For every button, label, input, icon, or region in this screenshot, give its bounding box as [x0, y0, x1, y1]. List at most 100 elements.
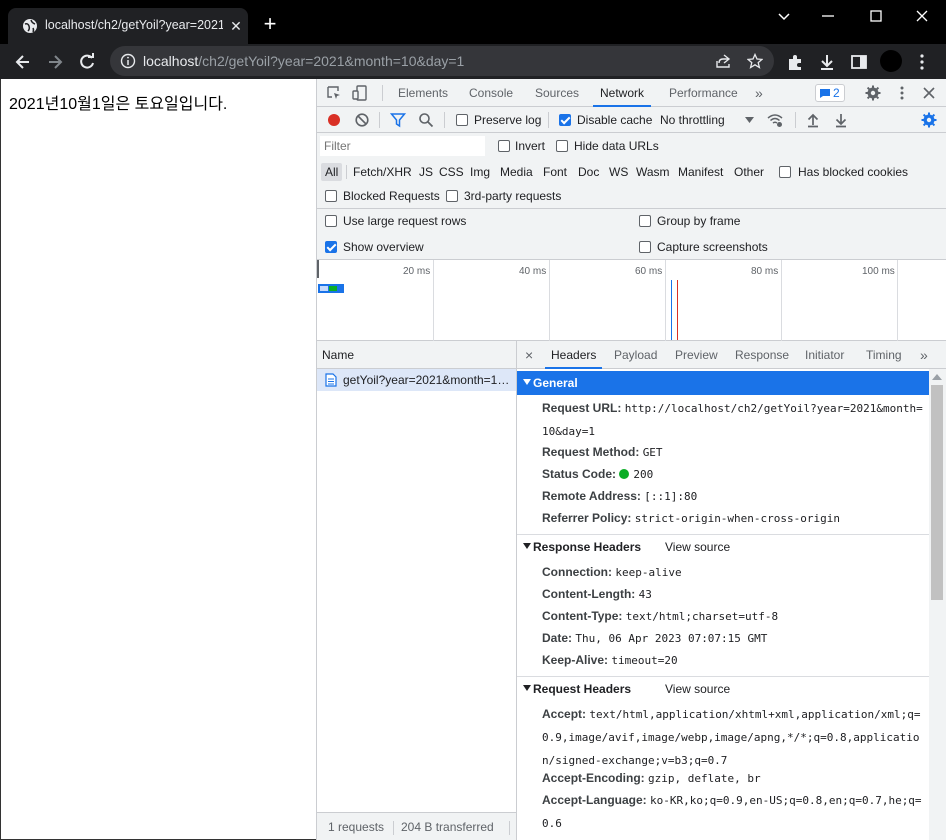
tab-elements[interactable]: Elements: [398, 79, 448, 107]
network-settings-gear-icon[interactable]: [921, 112, 937, 128]
filter-type-all[interactable]: All: [321, 163, 343, 181]
filter-type-manifest[interactable]: Manifest: [678, 163, 723, 181]
filter-input[interactable]: [320, 136, 485, 156]
bookmark-star-icon[interactable]: [747, 53, 763, 69]
site-info-icon[interactable]: [120, 53, 136, 69]
grid-line: [433, 260, 434, 341]
more-details-tabs[interactable]: »: [920, 341, 928, 369]
profile-avatar[interactable]: [880, 50, 902, 72]
tab-response[interactable]: Response: [735, 341, 789, 369]
filter-type-ws[interactable]: WS: [609, 163, 628, 181]
tab-search-chevron-icon[interactable]: [774, 6, 794, 26]
tab-sources[interactable]: Sources: [535, 79, 579, 107]
close-window-icon[interactable]: [912, 6, 932, 26]
overview-timeline[interactable]: 20 ms 40 ms 60 ms 80 ms 100 ms: [317, 260, 946, 341]
clear-icon[interactable]: [354, 112, 370, 128]
scrollbar-thumb[interactable]: [931, 385, 943, 600]
filter-type-media[interactable]: Media: [500, 163, 533, 181]
filter-type-fetch-xhr[interactable]: Fetch/XHR: [353, 163, 412, 181]
extensions-puzzle-icon[interactable]: [785, 52, 805, 72]
throttling-select[interactable]: No throttling: [660, 113, 725, 127]
address-url[interactable]: localhost/ch2/getYoil?year=2021&month=10…: [143, 53, 464, 69]
throttling-dropdown-icon[interactable]: [745, 117, 754, 123]
more-tabs-button[interactable]: »: [755, 79, 763, 107]
hide-data-urls-label: Hide data URLs: [574, 139, 659, 153]
header-row: Date: Thu, 06 Apr 2023 07:07:15 GMT: [542, 627, 927, 650]
tab-console[interactable]: Console: [469, 79, 513, 107]
response-headers-section-header[interactable]: Response Headers View source: [517, 535, 929, 559]
view-source-link[interactable]: View source: [665, 682, 730, 696]
tab-initiator[interactable]: Initiator: [805, 341, 844, 369]
name-column-header[interactable]: Name: [317, 341, 516, 369]
new-tab-button[interactable]: +: [260, 13, 280, 35]
reload-icon[interactable]: [77, 52, 97, 72]
capture-screenshots-checkbox[interactable]: [639, 241, 651, 253]
filter-type-other[interactable]: Other: [734, 163, 764, 181]
network-conditions-icon[interactable]: [767, 112, 783, 128]
maximize-icon[interactable]: [866, 6, 886, 26]
tab-close-icon[interactable]: ✕: [228, 16, 244, 36]
table-row[interactable]: getYoil?year=2021&month=10&day=1: [317, 369, 516, 391]
filter-type-css[interactable]: CSS: [439, 163, 464, 181]
header-row: Referrer Policy: strict-origin-when-cros…: [542, 507, 927, 530]
minimize-icon[interactable]: [818, 6, 838, 26]
group-by-frame-checkbox[interactable]: [639, 215, 651, 227]
share-icon[interactable]: [715, 53, 731, 69]
tab-network[interactable]: Network: [593, 79, 652, 107]
large-rows-checkbox[interactable]: [325, 215, 337, 227]
show-overview-checkbox[interactable]: [325, 241, 337, 253]
filter-funnel-icon[interactable]: [390, 112, 406, 128]
search-icon[interactable]: [418, 112, 434, 128]
blocked-requests-checkbox[interactable]: [325, 190, 337, 202]
address-bar[interactable]: localhost/ch2/getYoil?year=2021&month=10…: [110, 46, 774, 76]
disable-cache-checkbox[interactable]: [559, 114, 571, 126]
timeline-start-handle[interactable]: [317, 260, 319, 278]
export-har-icon[interactable]: [833, 112, 849, 128]
close-devtools-icon[interactable]: [921, 85, 937, 101]
header-row: Status Code: 200: [542, 463, 927, 486]
forward-icon[interactable]: [45, 52, 65, 72]
third-party-checkbox[interactable]: [446, 190, 458, 202]
requests-count: 1 requests: [328, 820, 385, 834]
tab-payload[interactable]: Payload: [614, 341, 657, 369]
view-source-link[interactable]: View source: [665, 540, 730, 554]
close-details-button[interactable]: ×: [525, 341, 533, 369]
tab-headers[interactable]: Headers: [545, 341, 603, 369]
filter-type-img[interactable]: Img: [470, 163, 490, 181]
back-icon[interactable]: [13, 52, 33, 72]
device-toolbar-icon[interactable]: [352, 85, 368, 101]
request-bar-download: [329, 286, 337, 291]
hide-data-urls-checkbox[interactable]: [556, 140, 568, 152]
expand-triangle-icon: [523, 379, 531, 385]
download-icon[interactable]: [817, 52, 837, 72]
kebab-menu-icon[interactable]: [894, 85, 910, 101]
invert-checkbox[interactable]: [498, 140, 510, 152]
scroll-up-arrow-icon[interactable]: [932, 373, 942, 381]
filter-type-font[interactable]: Font: [543, 163, 567, 181]
has-blocked-cookies-checkbox[interactable]: [779, 166, 791, 178]
general-section-header[interactable]: General: [517, 371, 929, 395]
tab-timing[interactable]: Timing: [866, 341, 902, 369]
chrome-menu-icon[interactable]: [912, 52, 932, 72]
filter-type-js[interactable]: JS: [419, 163, 433, 181]
issues-badge[interactable]: 2: [815, 84, 845, 102]
tab-preview[interactable]: Preview: [675, 341, 718, 369]
preserve-log-checkbox[interactable]: [456, 114, 468, 126]
header-value: gzip, deflate, br: [648, 772, 761, 785]
network-status-bar: 1 requests 204 B transferred: [317, 812, 516, 840]
filter-type-wasm[interactable]: Wasm: [636, 163, 670, 181]
record-icon[interactable]: [326, 112, 342, 128]
tab-performance[interactable]: Performance: [669, 79, 738, 107]
disable-cache-label: Disable cache: [577, 113, 653, 127]
request-headers-section-header[interactable]: Request Headers View source: [517, 677, 929, 701]
header-value: [::1]:80: [644, 490, 698, 503]
filter-type-doc[interactable]: Doc: [578, 163, 599, 181]
settings-gear-icon[interactable]: [865, 85, 881, 101]
response-headers-title: Response Headers: [533, 540, 642, 554]
browser-tab[interactable]: localhost/ch2/getYoil?year=2021&month=10…: [8, 8, 248, 44]
import-har-icon[interactable]: [805, 112, 821, 128]
side-panel-icon[interactable]: [849, 52, 869, 72]
header-key: Remote Address:: [542, 489, 641, 503]
inspect-element-icon[interactable]: [326, 85, 342, 101]
details-tabbar: × Headers Payload Preview Response Initi…: [517, 341, 946, 369]
